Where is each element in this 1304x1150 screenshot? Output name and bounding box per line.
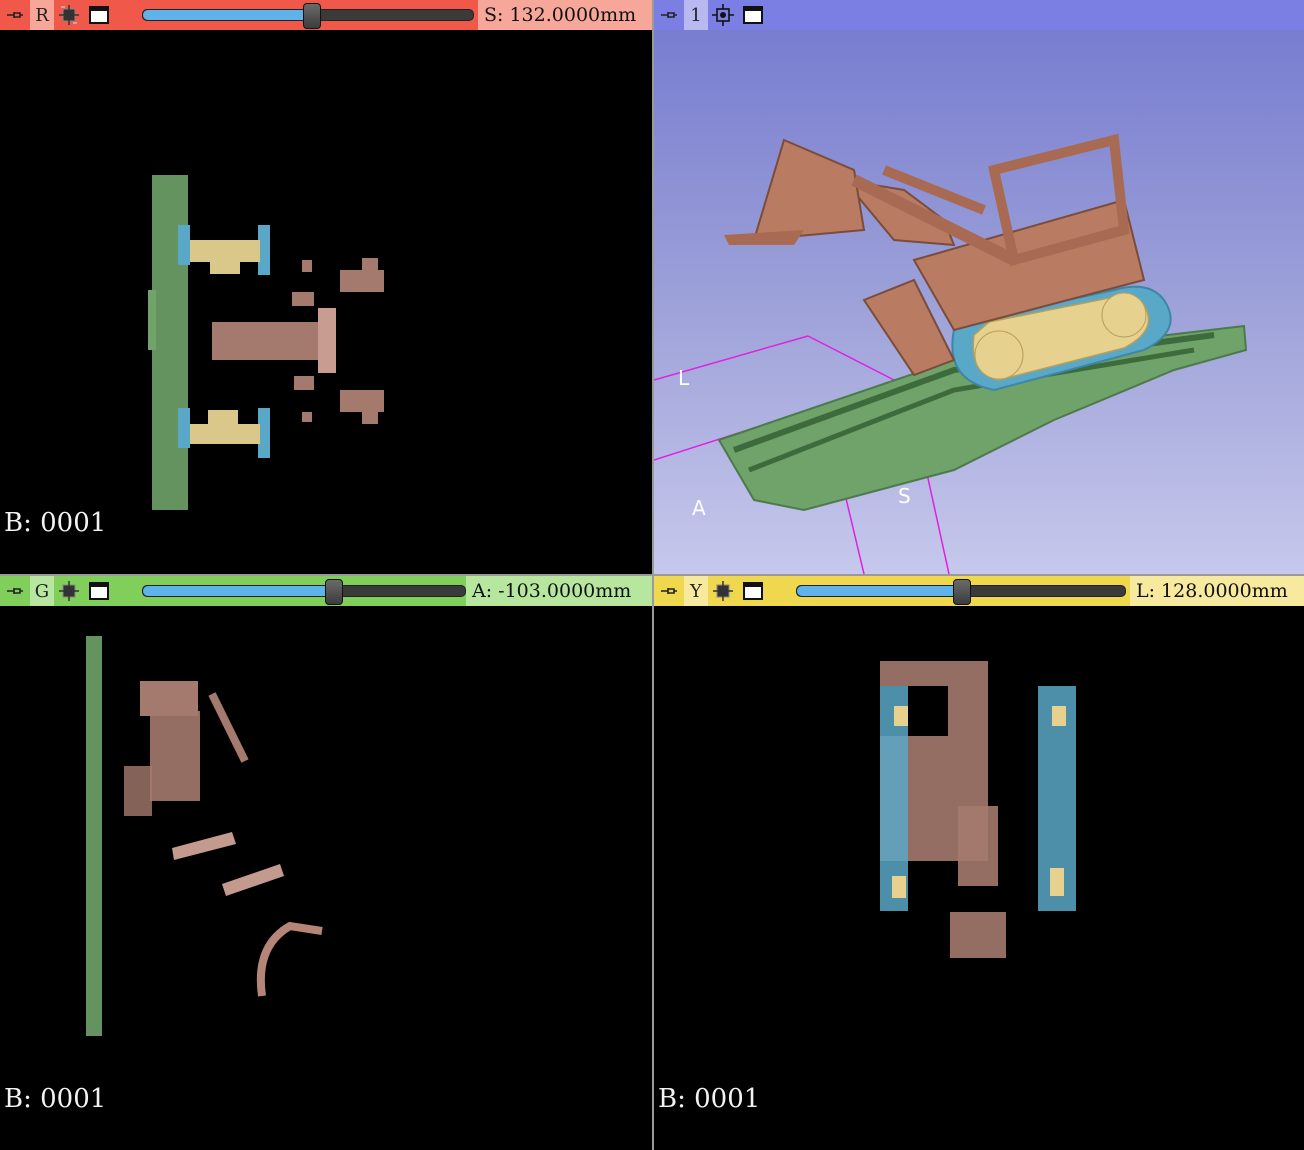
- green-view-controller-bar: G A: -103.0000mm: [0, 576, 652, 606]
- link-icon[interactable]: [708, 576, 738, 606]
- pin-icon[interactable]: [654, 0, 684, 30]
- maximize-icon[interactable]: [84, 576, 114, 606]
- link-icon[interactable]: [54, 576, 84, 606]
- slider-thumb[interactable]: [325, 579, 343, 605]
- yellow-slice-view[interactable]: Y L: 128.0000mm B: 0001: [654, 576, 1304, 1150]
- segmentation-slice-image: [148, 175, 384, 510]
- orientation-label-superior: S: [898, 484, 911, 508]
- maximize-icon[interactable]: [738, 576, 768, 606]
- green-slice-view[interactable]: G A: -103.0000mm B: 0001: [0, 576, 652, 1150]
- slider-thumb[interactable]: [953, 579, 971, 605]
- threed-view-controller-bar: 1: [654, 0, 1304, 30]
- slider-fill: [143, 10, 311, 20]
- corner-annotation: B: 0001: [658, 1084, 761, 1114]
- maximize-icon[interactable]: [84, 0, 114, 30]
- corner-annotation: B: 0001: [4, 1084, 107, 1114]
- pin-icon[interactable]: [654, 576, 684, 606]
- slice-position-readout: S: 132.0000mm: [478, 0, 652, 30]
- slice-offset-slider[interactable]: [796, 579, 1126, 605]
- view-letter-label: 1: [684, 0, 708, 30]
- maximize-icon[interactable]: [738, 0, 768, 30]
- red-view-controller-bar: R S: 132.0000mm: [0, 0, 652, 30]
- segmentation-slice-image: [878, 661, 1076, 958]
- link-icon[interactable]: [54, 0, 84, 30]
- slice-offset-slider[interactable]: [142, 3, 474, 29]
- slice-position-readout: L: 128.0000mm: [1130, 576, 1304, 606]
- orientation-label-anterior: A: [692, 496, 706, 520]
- bulldozer-3d-render: [654, 133, 1248, 574]
- pin-icon[interactable]: [0, 0, 30, 30]
- threed-view[interactable]: 1 L A S: [654, 0, 1304, 574]
- pin-icon[interactable]: [0, 576, 30, 606]
- slider-fill: [143, 586, 333, 596]
- center-view-icon[interactable]: [708, 0, 738, 30]
- corner-annotation: B: 0001: [4, 508, 107, 538]
- view-letter-label: R: [30, 0, 54, 30]
- orientation-label-left: L: [678, 366, 690, 390]
- segmentation-slice-image: [86, 636, 323, 1036]
- slider-fill: [797, 586, 961, 596]
- red-slice-view[interactable]: R S: 132.0000mm B: 0001: [0, 0, 652, 574]
- slice-offset-slider[interactable]: [142, 579, 466, 605]
- slider-thumb[interactable]: [303, 3, 321, 29]
- view-letter-label: Y: [684, 576, 708, 606]
- view-letter-label: G: [30, 576, 54, 606]
- yellow-view-controller-bar: Y L: 128.0000mm: [654, 576, 1304, 606]
- slice-position-readout: A: -103.0000mm: [466, 576, 652, 606]
